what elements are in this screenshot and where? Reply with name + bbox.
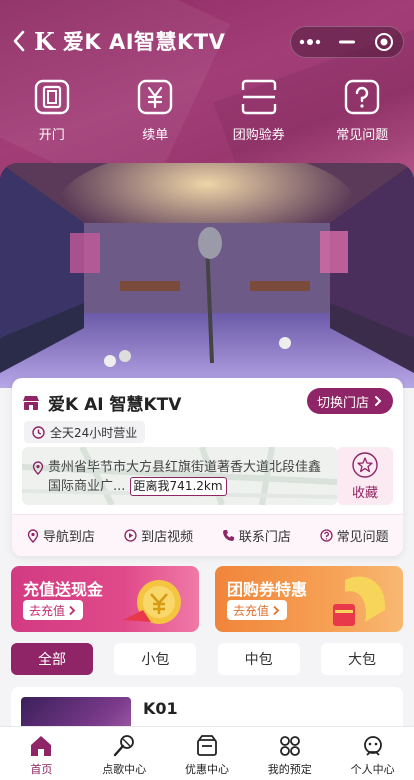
quick-action-label: 续单 (142, 128, 169, 143)
tab-label: 我的预定 (267, 763, 312, 776)
quick-action-label: 开门 (38, 128, 65, 143)
quick-action-label: 常见问题 (336, 128, 389, 143)
store-action-label: 常见问题 (336, 530, 389, 545)
clock-icon (32, 425, 45, 439)
page-title: 爱K AI智慧KTV (62, 30, 226, 54)
question-icon (345, 79, 380, 115)
filter-small[interactable]: 小包 (114, 643, 197, 675)
switch-store-label: 切换门店 (316, 395, 369, 411)
promo-button[interactable]: 去充值 (23, 600, 84, 620)
tab-label: 首页 (30, 763, 53, 776)
promo-title: 充值送现金 (23, 580, 104, 599)
nav-bar: K 爱K AI智慧KTV (0, 22, 414, 60)
quick-action-renew[interactable]: 续单 (104, 78, 208, 148)
header: K 爱K AI智慧KTV 开门 续单 团购验券 常见问题 (0, 0, 414, 190)
tab-home[interactable]: 首页 (0, 727, 83, 780)
store-banner-image[interactable] (0, 163, 414, 388)
bottom-tab-bar: 首页 点歌中心 优惠中心 我的预定 个人中心 (0, 726, 414, 780)
chevron-right-icon (273, 605, 280, 615)
store-action-label: 到店视频 (141, 530, 194, 545)
address-box[interactable]: 贵州省毕节市大方县红旗街道著香大道北段佳鑫国际商业广... 距离我741.2km (22, 447, 338, 505)
grid-icon (279, 736, 300, 756)
more-dots-icon (299, 39, 320, 45)
filter-medium[interactable]: 中包 (217, 643, 300, 675)
store-video[interactable]: 到店视频 (110, 526, 208, 545)
store-faq[interactable]: 常见问题 (305, 526, 403, 545)
filter-all[interactable]: 全部 (11, 643, 93, 675)
star-icon (352, 451, 378, 478)
navigation-icon (27, 528, 39, 543)
tab-label: 点歌中心 (102, 763, 147, 776)
room-size-filters: 全部 小包 中包 大包 (11, 643, 403, 675)
mini-program-capsule (290, 26, 404, 58)
chevron-right-icon (69, 605, 76, 615)
door-icon (34, 79, 69, 115)
phone-icon (222, 530, 234, 541)
promo-button-label: 去充值 (233, 603, 270, 618)
target-icon (375, 33, 394, 51)
favorite-button[interactable]: 收藏 (337, 447, 393, 505)
navigate-to-store[interactable]: 导航到店 (12, 526, 110, 545)
promo-recharge[interactable]: 充值送现金 去充值 (11, 566, 199, 632)
distance-badge: 距离我741.2km (129, 477, 227, 496)
tab-label: 优惠中心 (184, 763, 229, 776)
chevron-right-icon (375, 396, 382, 406)
quick-action-verify-coupon[interactable]: 团购验券 (207, 78, 311, 148)
scan-icon (241, 79, 276, 115)
switch-store-button[interactable]: 切换门店 (306, 388, 393, 414)
store-action-label: 联系门店 (238, 530, 291, 545)
contact-store[interactable]: 联系门店 (208, 526, 306, 545)
promo-button-label: 去充值 (29, 603, 66, 618)
coupon-illustration (333, 576, 386, 626)
tab-discount-center[interactable]: 优惠中心 (166, 727, 249, 780)
store-actions: 导航到店 到店视频 联系门店 常见问题 (12, 514, 403, 556)
logo: K (34, 26, 55, 56)
yen-icon (138, 79, 173, 115)
coin-illustration (123, 580, 181, 624)
user-icon (363, 736, 382, 756)
shop-icon (23, 395, 39, 410)
business-hours-text: 全天24小时营业 (50, 425, 138, 440)
store-title-row: 爱K AI 智慧KTV (22, 390, 181, 415)
location-pin-icon (32, 461, 44, 475)
favorite-label: 收藏 (351, 485, 378, 501)
video-icon (124, 529, 137, 542)
more-button[interactable] (291, 27, 328, 57)
quick-actions: 开门 续单 团购验券 常见问题 (0, 78, 414, 148)
room-name: K01 (143, 699, 178, 718)
store-action-label: 导航到店 (42, 530, 95, 545)
coupon-icon (197, 735, 217, 756)
promo-group-coupon[interactable]: 团购券特惠 去充值 (215, 566, 403, 632)
close-button[interactable] (366, 27, 403, 57)
chevron-left-icon (13, 30, 25, 52)
promo-button[interactable]: 去充值 (227, 600, 288, 620)
quick-action-open-door[interactable]: 开门 (0, 78, 104, 148)
promo-title: 团购券特惠 (227, 580, 308, 599)
store-address: 贵州省毕节市大方县红旗街道著香大道北段佳鑫国际商业广... 距离我741.2km (48, 458, 330, 496)
tab-my-booking[interactable]: 我的预定 (248, 727, 331, 780)
tab-song-center[interactable]: 点歌中心 (83, 727, 166, 780)
microphone-icon (113, 735, 135, 757)
store-card: 爱K AI 智慧KTV 切换门店 全天24小时营业 贵州省毕节市大方县红旗街道著… (12, 378, 403, 556)
quick-action-faq[interactable]: 常见问题 (311, 78, 414, 148)
back-button[interactable] (4, 22, 34, 60)
filter-large[interactable]: 大包 (320, 643, 403, 675)
tab-label: 个人中心 (350, 763, 395, 776)
business-hours: 全天24小时营业 (24, 421, 146, 443)
ktv-room-illustration (0, 163, 414, 388)
question-icon (319, 529, 333, 542)
minimize-button[interactable] (328, 27, 365, 57)
home-icon (31, 736, 52, 756)
minus-icon (338, 40, 355, 44)
store-name: 爱K AI 智慧KTV (48, 395, 182, 415)
quick-action-label: 团购验券 (232, 128, 285, 143)
tab-profile[interactable]: 个人中心 (331, 727, 414, 780)
